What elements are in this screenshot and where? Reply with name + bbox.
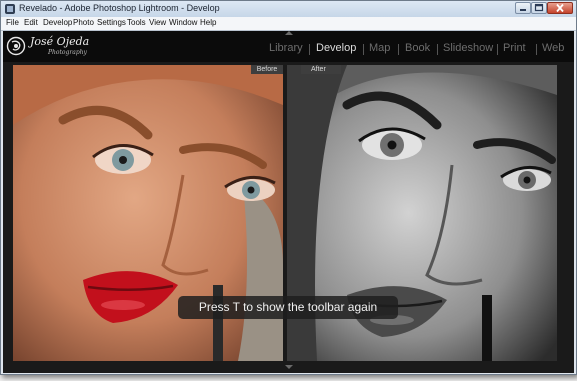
image-view: Before After Press T to show the toolbar…: [3, 62, 574, 373]
module-library[interactable]: Library: [269, 42, 303, 54]
lightroom-window: Revelado - Adobe Photoshop Lightroom - D…: [0, 0, 577, 375]
module-separator: [497, 44, 498, 55]
module-separator: [363, 44, 364, 55]
module-separator: [309, 44, 310, 55]
close-button[interactable]: [547, 2, 573, 14]
lightroom-app-icon[interactable]: [5, 4, 15, 14]
menu-file[interactable]: File: [6, 18, 19, 27]
module-separator: [398, 44, 399, 55]
menu-develop[interactable]: Develop: [43, 18, 72, 27]
menu-help[interactable]: Help: [200, 18, 216, 27]
menu-settings[interactable]: Settings: [97, 18, 126, 27]
module-bar: José Ojeda Photography Library Develop M…: [3, 31, 574, 62]
lightroom-workspace: José Ojeda Photography Library Develop M…: [3, 31, 574, 373]
module-book[interactable]: Book: [405, 42, 430, 54]
collapse-top-panel-arrow-icon[interactable]: [285, 31, 293, 35]
module-separator: [536, 44, 537, 55]
menu-edit[interactable]: Edit: [24, 18, 38, 27]
maximize-icon: [534, 3, 544, 12]
minimize-button[interactable]: [515, 2, 531, 14]
collapse-bottom-panel-arrow-icon[interactable]: [285, 365, 293, 369]
minimize-icon: [520, 9, 526, 11]
title-bar[interactable]: Revelado - Adobe Photoshop Lightroom - D…: [1, 1, 576, 17]
menu-view[interactable]: View: [149, 18, 166, 27]
maximize-button[interactable]: [531, 2, 547, 14]
module-print[interactable]: Print: [503, 42, 526, 54]
module-slideshow[interactable]: Slideshow: [443, 42, 493, 54]
menu-tools[interactable]: Tools: [127, 18, 146, 27]
menu-window[interactable]: Window: [169, 18, 197, 27]
before-label: Before: [251, 65, 283, 74]
module-picker: Library Develop Map Book Slideshow Print…: [3, 42, 574, 58]
menu-photo[interactable]: Photo: [73, 18, 94, 27]
close-icon: [556, 3, 564, 13]
module-web[interactable]: Web: [542, 42, 564, 54]
toolbar-hint-toast: Press T to show the toolbar again: [178, 296, 398, 319]
after-label: After: [301, 65, 341, 74]
module-map[interactable]: Map: [369, 42, 390, 54]
menu-bar: File Edit Develop Photo Settings Tools V…: [1, 17, 576, 31]
module-develop[interactable]: Develop: [316, 42, 356, 54]
window-title: Revelado - Adobe Photoshop Lightroom - D…: [19, 3, 220, 13]
module-separator: [437, 44, 438, 55]
